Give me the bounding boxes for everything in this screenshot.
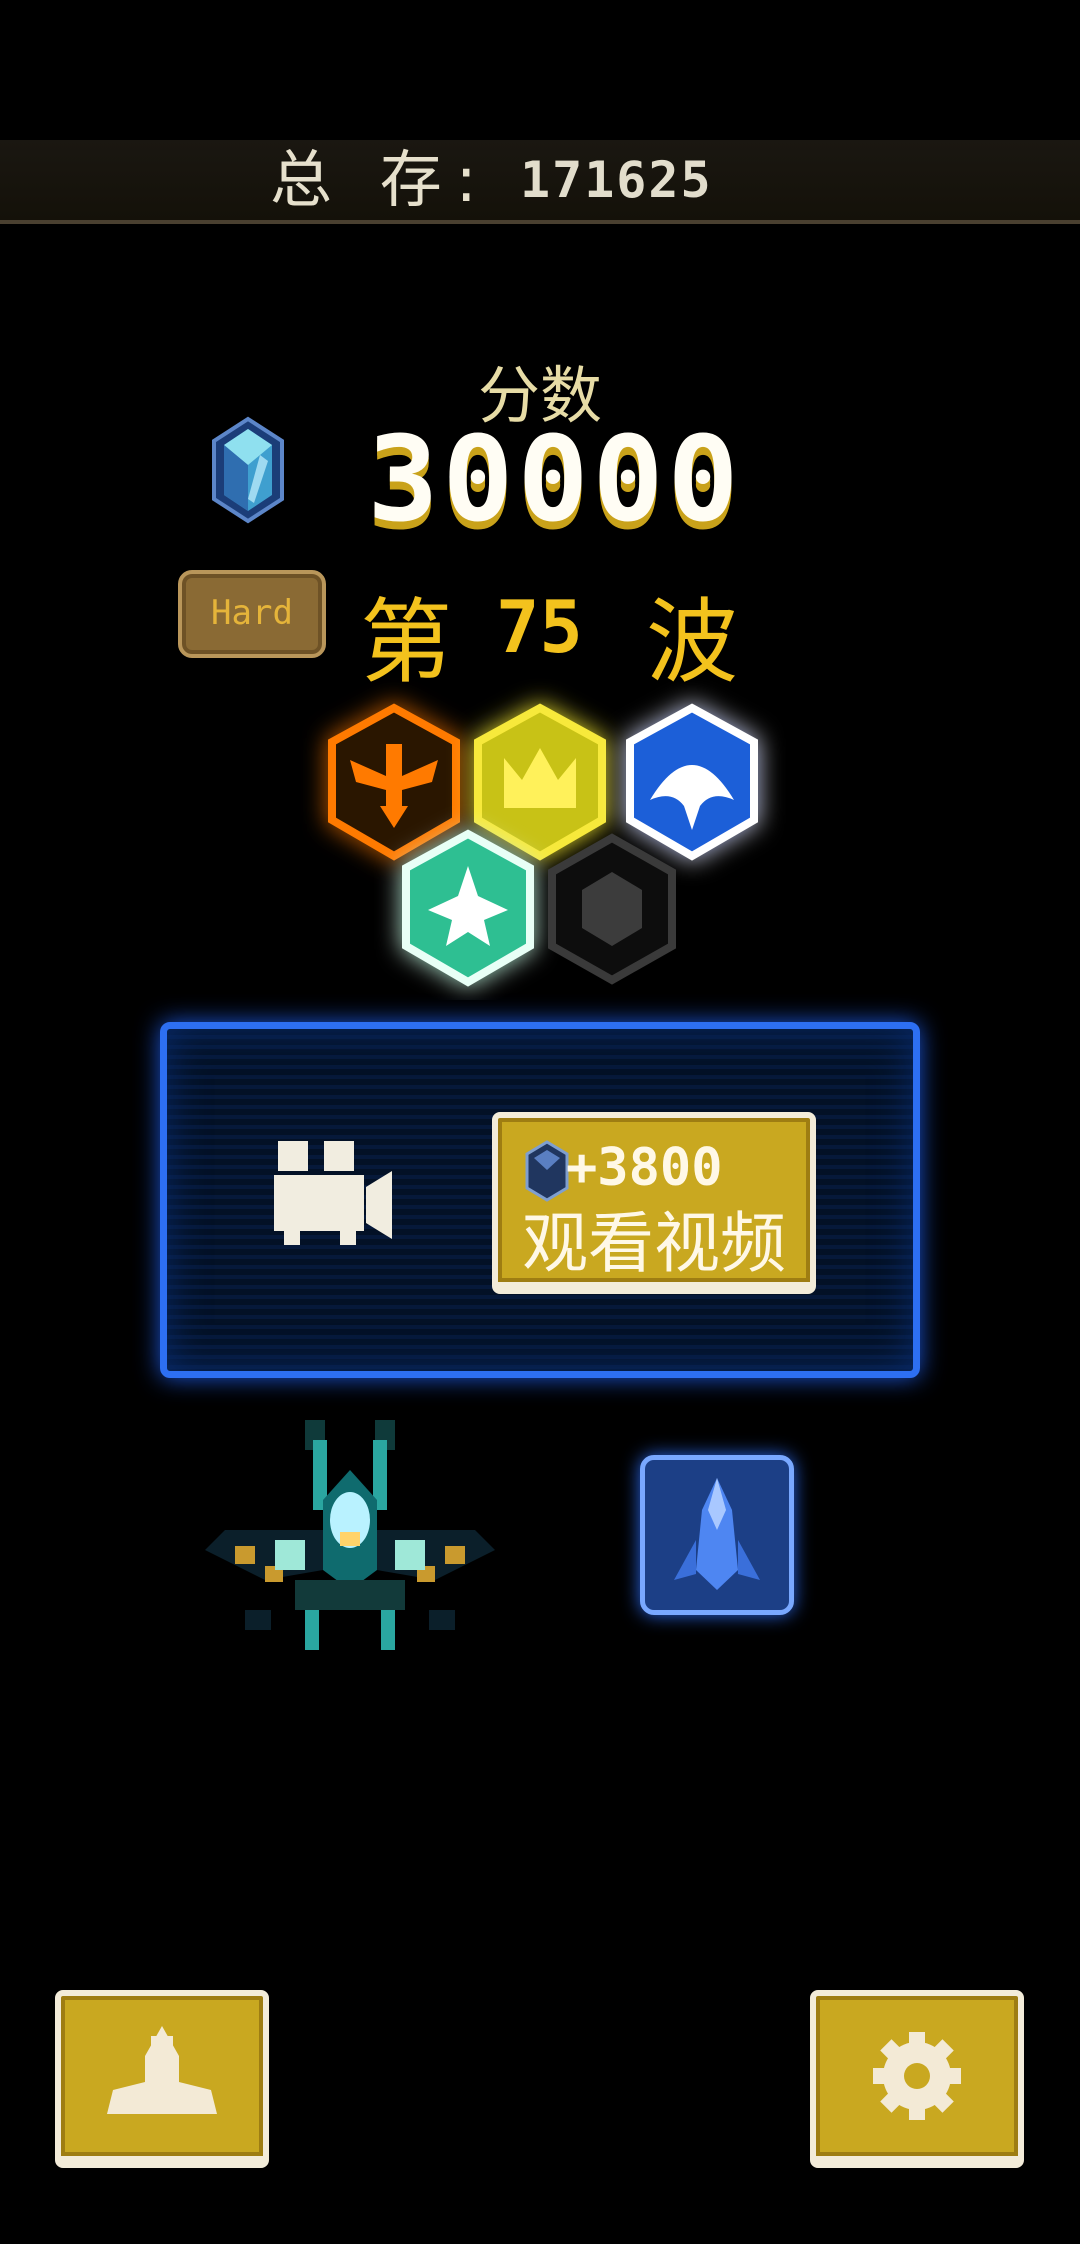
watch-video-label: 观看视频 xyxy=(522,1205,786,1282)
video-camera-icon xyxy=(274,1141,392,1245)
medal-phoenix xyxy=(328,703,460,861)
medal-locked xyxy=(548,833,676,985)
wingman-ship-icon xyxy=(674,1478,760,1590)
medal-cluster xyxy=(328,703,758,987)
medal-crown xyxy=(474,703,606,861)
player-ship xyxy=(205,1420,495,1650)
ship-icon xyxy=(107,2026,217,2114)
gear-icon xyxy=(873,2032,961,2120)
hangar-button[interactable] xyxy=(55,1990,269,2168)
settings-button[interactable] xyxy=(810,1990,1024,2168)
medal-manta xyxy=(626,703,758,861)
medal-spaceship xyxy=(402,829,534,987)
reward-bonus: +3800 xyxy=(566,1138,723,1198)
